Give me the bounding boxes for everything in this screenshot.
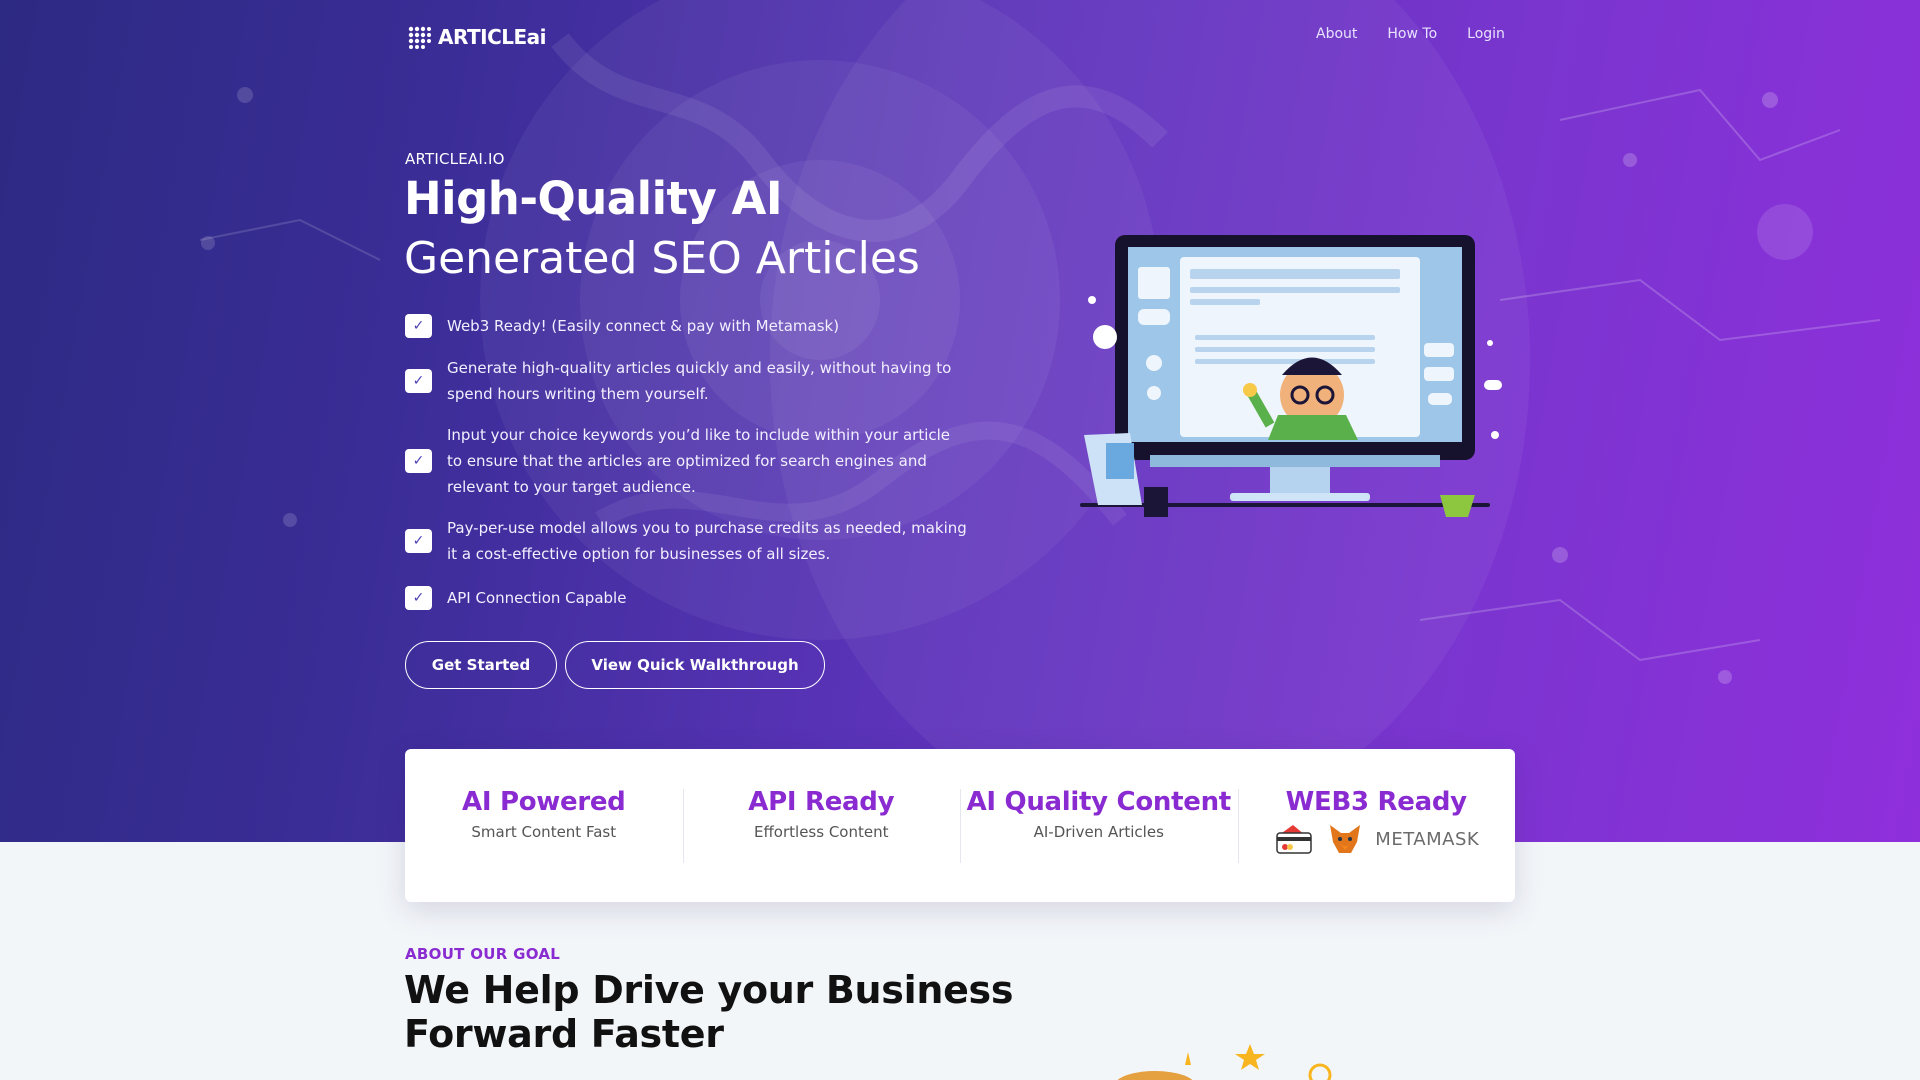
- hero-section: ARTICLEai About How To Login ARTICLEAI.I…: [0, 0, 1920, 842]
- check-icon: ✓: [405, 586, 432, 610]
- hero-title-light: Generated SEO Articles: [404, 233, 920, 284]
- about-illustration: [1117, 1044, 1332, 1080]
- star-icon: [1235, 1044, 1265, 1070]
- about-title: We Help Drive your Business Forward Fast…: [404, 968, 1014, 1056]
- feature-text: Input your choice keywords you’d like to…: [447, 426, 951, 496]
- stats-bar: AI Powered Smart Content Fast API Ready …: [405, 749, 1515, 902]
- stat-title: AI Powered: [462, 787, 626, 817]
- top-nav: About How To Login: [1316, 26, 1505, 42]
- brand-logo[interactable]: ARTICLEai: [406, 22, 547, 52]
- check-icon: ✓: [405, 529, 432, 553]
- payment-methods: METAMASK: [1273, 821, 1479, 857]
- stat-ai-quality-content: AI Quality Content AI-Driven Articles: [960, 749, 1238, 902]
- nav-link-about[interactable]: About: [1316, 26, 1357, 42]
- computer-illustration: [1080, 235, 1502, 517]
- check-icon: ✓: [405, 369, 432, 393]
- feature-text: Generate high-quality articles quickly a…: [447, 359, 952, 403]
- stat-title: AI Quality Content: [966, 787, 1232, 817]
- stat-title: WEB3 Ready: [1285, 787, 1467, 817]
- metamask-wordmark: METAMASK: [1375, 828, 1480, 850]
- get-started-button[interactable]: Get Started: [405, 641, 557, 689]
- feature-text: API Connection Capable: [447, 589, 627, 607]
- hero-background-art: [199, 0, 1881, 830]
- stat-title: API Ready: [748, 787, 895, 817]
- feature-item: ✓ Web3 Ready! (Easily connect & pay with…: [405, 314, 967, 338]
- metamask-fox-icon: [1330, 825, 1361, 853]
- stat-api-ready: API Ready Effortless Content: [682, 749, 961, 902]
- feature-item: ✓ Input your choice keywords you’d like …: [405, 422, 967, 500]
- feature-text: Web3 Ready! (Easily connect & pay with M…: [447, 317, 840, 335]
- stat-subtitle: AI-Driven Articles: [1033, 823, 1164, 841]
- feature-text: Pay-per-use model allows you to purchase…: [447, 519, 967, 563]
- about-eyebrow: ABOUT OUR GOAL: [405, 945, 561, 963]
- stat-web3-ready: WEB3 Ready METAMASK: [1237, 749, 1516, 902]
- credit-card-icon: [1276, 825, 1313, 854]
- brand-logo-icon: [408, 26, 431, 49]
- check-icon: ✓: [405, 449, 432, 473]
- nav-link-how-to[interactable]: How To: [1387, 26, 1437, 42]
- stat-subtitle: Smart Content Fast: [471, 823, 617, 841]
- feature-item: ✓ Generate high-quality articles quickly…: [405, 355, 967, 407]
- hero-title-bold: High-Quality AI: [404, 172, 783, 225]
- view-walkthrough-button[interactable]: View Quick Walkthrough: [565, 641, 825, 689]
- brand-name: ARTICLEai: [438, 25, 547, 49]
- feature-item: ✓ API Connection Capable: [405, 586, 967, 610]
- hero-eyebrow: ARTICLEAI.IO: [405, 150, 505, 168]
- stat-ai-powered: AI Powered Smart Content Fast: [405, 749, 683, 902]
- stat-subtitle: Effortless Content: [754, 823, 889, 841]
- feature-item: ✓ Pay-per-use model allows you to purcha…: [405, 515, 967, 567]
- check-icon: ✓: [405, 314, 432, 338]
- nav-link-login[interactable]: Login: [1467, 26, 1505, 42]
